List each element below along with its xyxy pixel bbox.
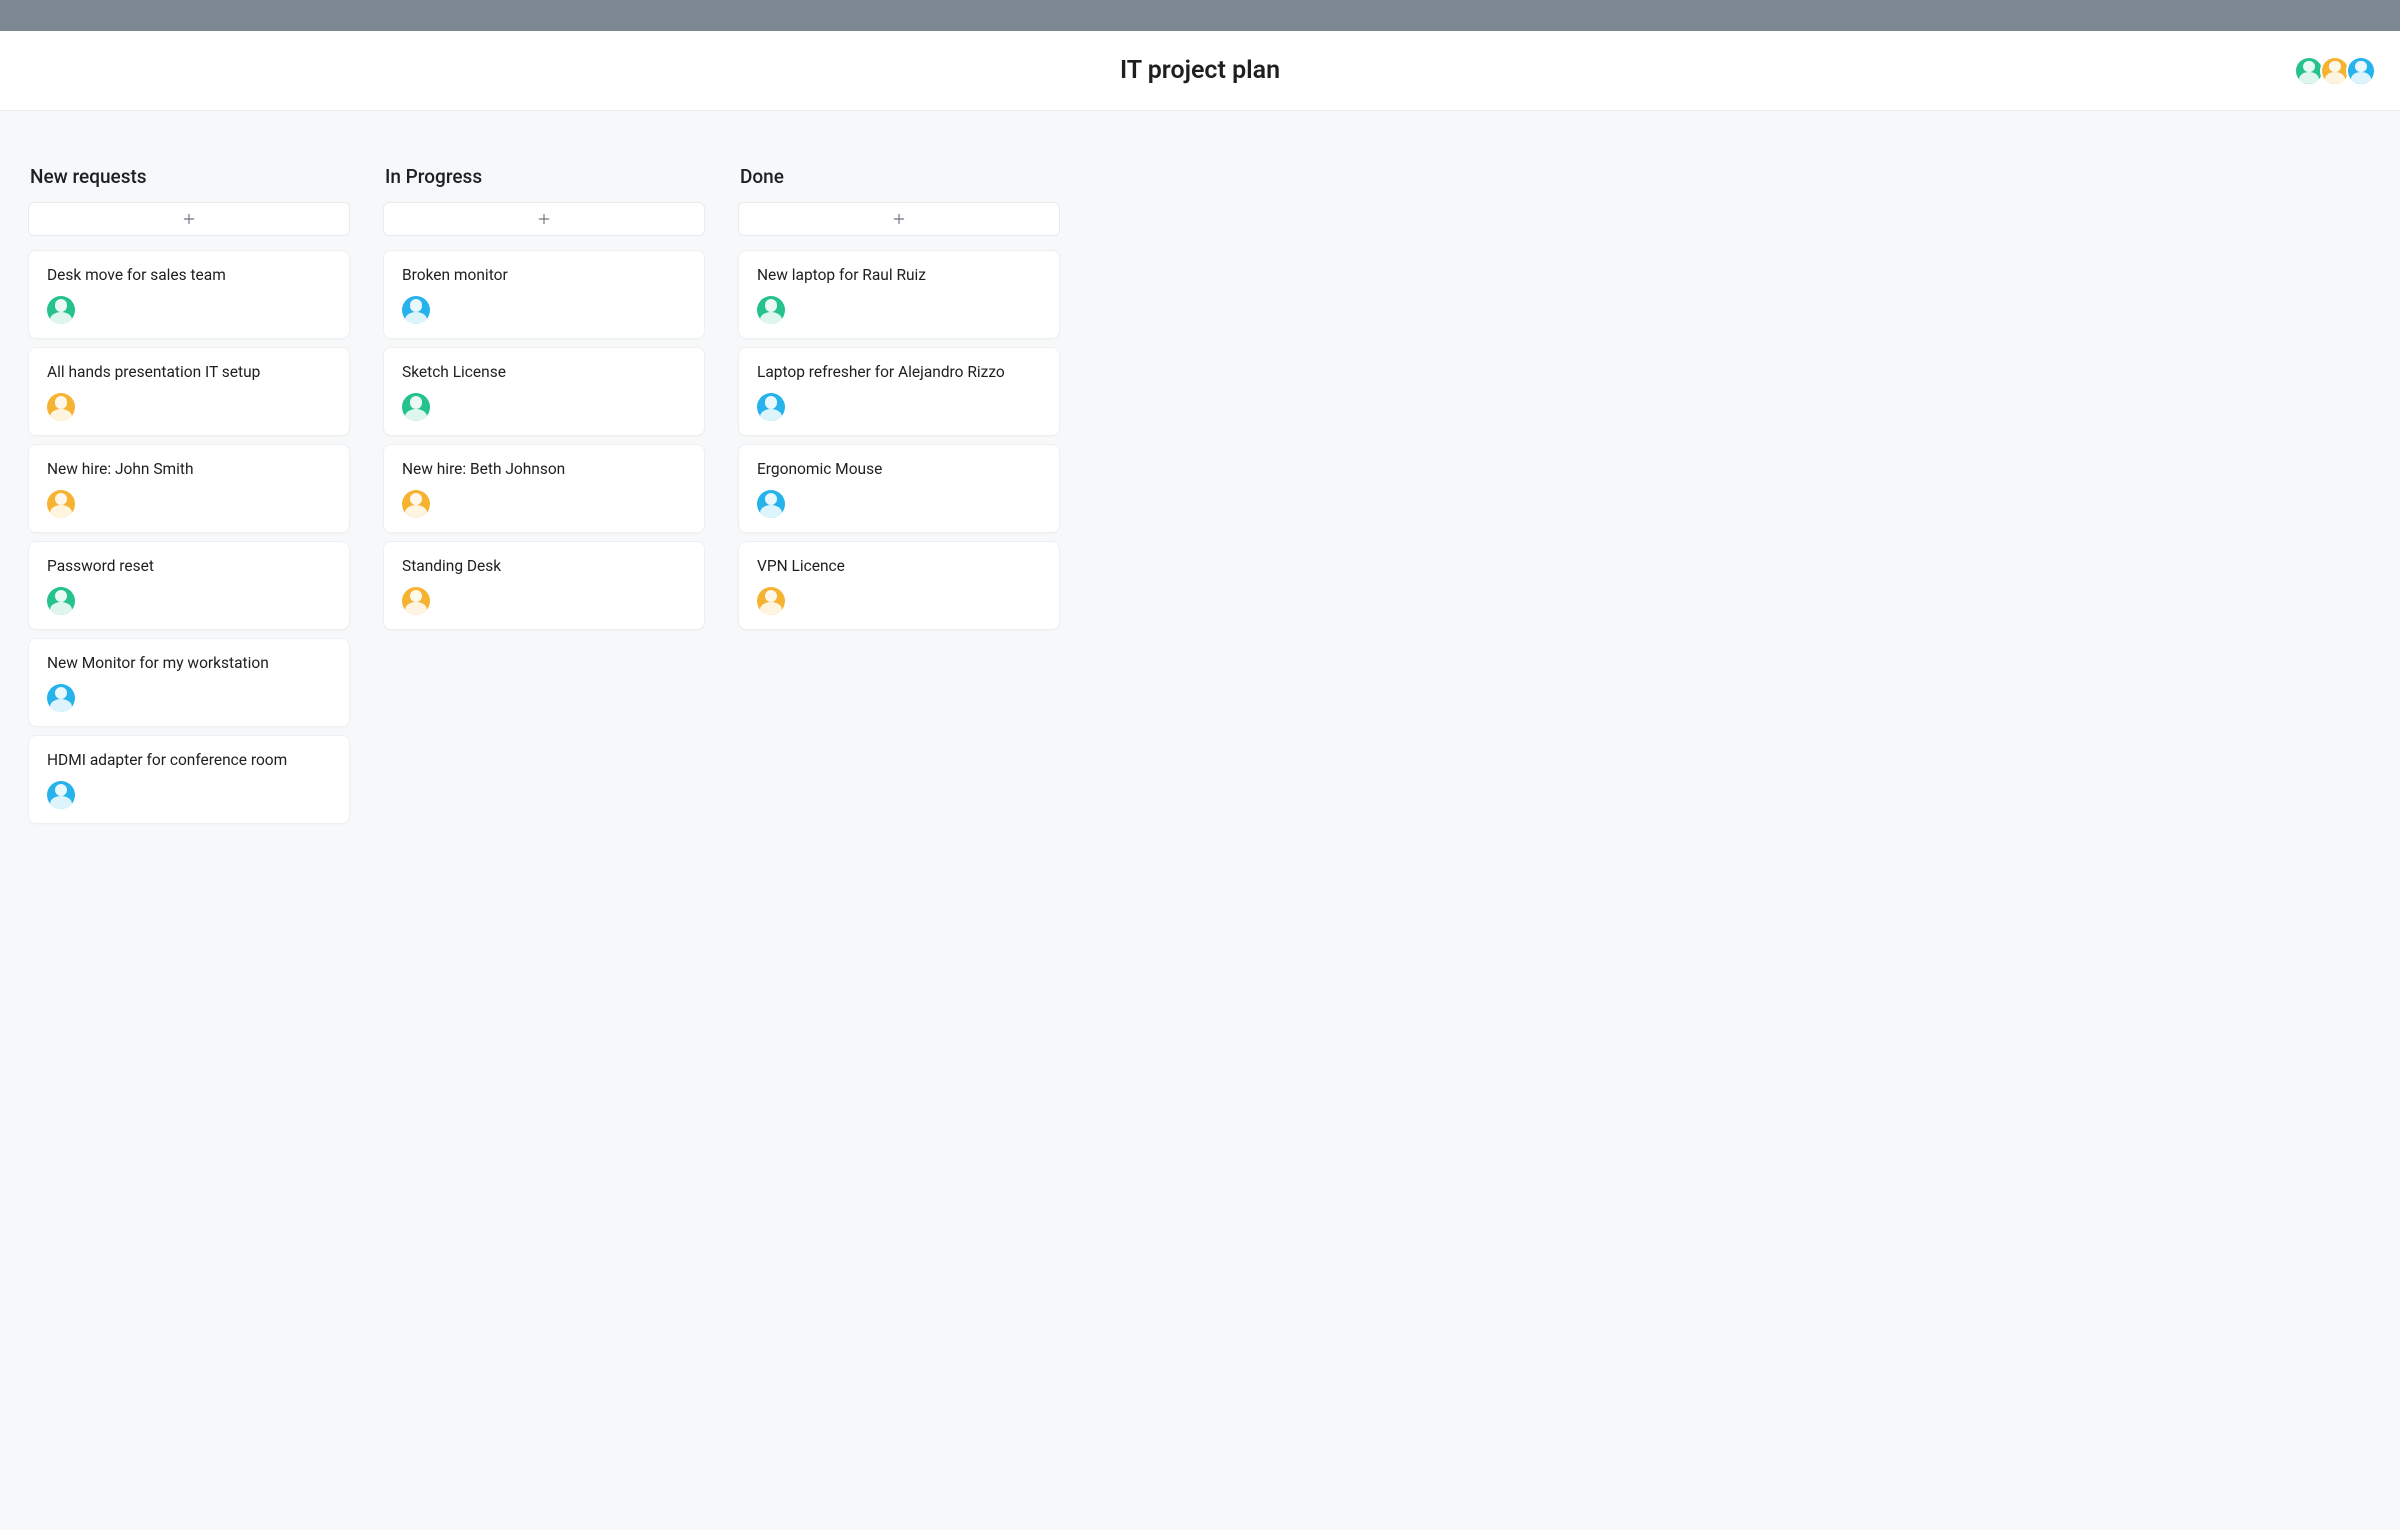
card-title: Ergonomic Mouse <box>757 459 1041 480</box>
card-title: New laptop for Raul Ruiz <box>757 265 1041 286</box>
assignee-avatar[interactable] <box>47 587 75 615</box>
assignee-avatar[interactable] <box>402 393 430 421</box>
column-title[interactable]: Done <box>738 159 1060 202</box>
card-title: HDMI adapter for conference room <box>47 750 331 771</box>
card-title: Password reset <box>47 556 331 577</box>
card-title: New hire: John Smith <box>47 459 331 480</box>
plus-icon <box>892 212 906 226</box>
column-title[interactable]: In Progress <box>383 159 705 202</box>
assignee-avatar[interactable] <box>47 490 75 518</box>
kanban-card[interactable]: Laptop refresher for Alejandro Rizzo <box>738 347 1060 436</box>
assignee-avatar[interactable] <box>757 587 785 615</box>
member-avatar[interactable] <box>2346 56 2376 86</box>
plus-icon <box>537 212 551 226</box>
kanban-card[interactable]: Desk move for sales team <box>28 250 350 339</box>
kanban-column: In Progress Broken monitor Sketch License N… <box>373 151 715 650</box>
assignee-avatar[interactable] <box>757 296 785 324</box>
card-title: New hire: Beth Johnson <box>402 459 686 480</box>
kanban-board: New requests Desk move for sales team All … <box>0 111 2400 884</box>
kanban-column: Done New laptop for Raul Ruiz Laptop refre… <box>728 151 1070 650</box>
assignee-avatar[interactable] <box>402 490 430 518</box>
card-title: Desk move for sales team <box>47 265 331 286</box>
assignee-avatar[interactable] <box>757 490 785 518</box>
kanban-column: New requests Desk move for sales team All … <box>18 151 360 844</box>
assignee-avatar[interactable] <box>402 296 430 324</box>
kanban-card[interactable]: HDMI adapter for conference room <box>28 735 350 824</box>
card-title: Standing Desk <box>402 556 686 577</box>
kanban-card[interactable]: Ergonomic Mouse <box>738 444 1060 533</box>
assignee-avatar[interactable] <box>402 587 430 615</box>
card-title: Sketch License <box>402 362 686 383</box>
kanban-card[interactable]: All hands presentation IT setup <box>28 347 350 436</box>
kanban-card[interactable]: Sketch License <box>383 347 705 436</box>
card-title: New Monitor for my workstation <box>47 653 331 674</box>
kanban-card[interactable]: New hire: John Smith <box>28 444 350 533</box>
kanban-card[interactable]: Password reset <box>28 541 350 630</box>
card-title: Broken monitor <box>402 265 686 286</box>
add-card-button[interactable] <box>738 202 1060 236</box>
assignee-avatar[interactable] <box>47 781 75 809</box>
project-members[interactable] <box>2298 56 2376 86</box>
kanban-card[interactable]: Broken monitor <box>383 250 705 339</box>
app-topbar <box>0 0 2400 31</box>
card-title: All hands presentation IT setup <box>47 362 331 383</box>
assignee-avatar[interactable] <box>47 393 75 421</box>
kanban-card[interactable]: Standing Desk <box>383 541 705 630</box>
card-title: Laptop refresher for Alejandro Rizzo <box>757 362 1041 383</box>
kanban-card[interactable]: VPN Licence <box>738 541 1060 630</box>
kanban-card[interactable]: New hire: Beth Johnson <box>383 444 705 533</box>
assignee-avatar[interactable] <box>47 684 75 712</box>
assignee-avatar[interactable] <box>47 296 75 324</box>
column-title[interactable]: New requests <box>28 159 350 202</box>
kanban-card[interactable]: New Monitor for my workstation <box>28 638 350 727</box>
kanban-card[interactable]: New laptop for Raul Ruiz <box>738 250 1060 339</box>
assignee-avatar[interactable] <box>757 393 785 421</box>
plus-icon <box>182 212 196 226</box>
add-card-button[interactable] <box>383 202 705 236</box>
page-header: IT project plan <box>0 31 2400 111</box>
add-card-button[interactable] <box>28 202 350 236</box>
card-title: VPN Licence <box>757 556 1041 577</box>
page-title: IT project plan <box>1120 56 1280 85</box>
